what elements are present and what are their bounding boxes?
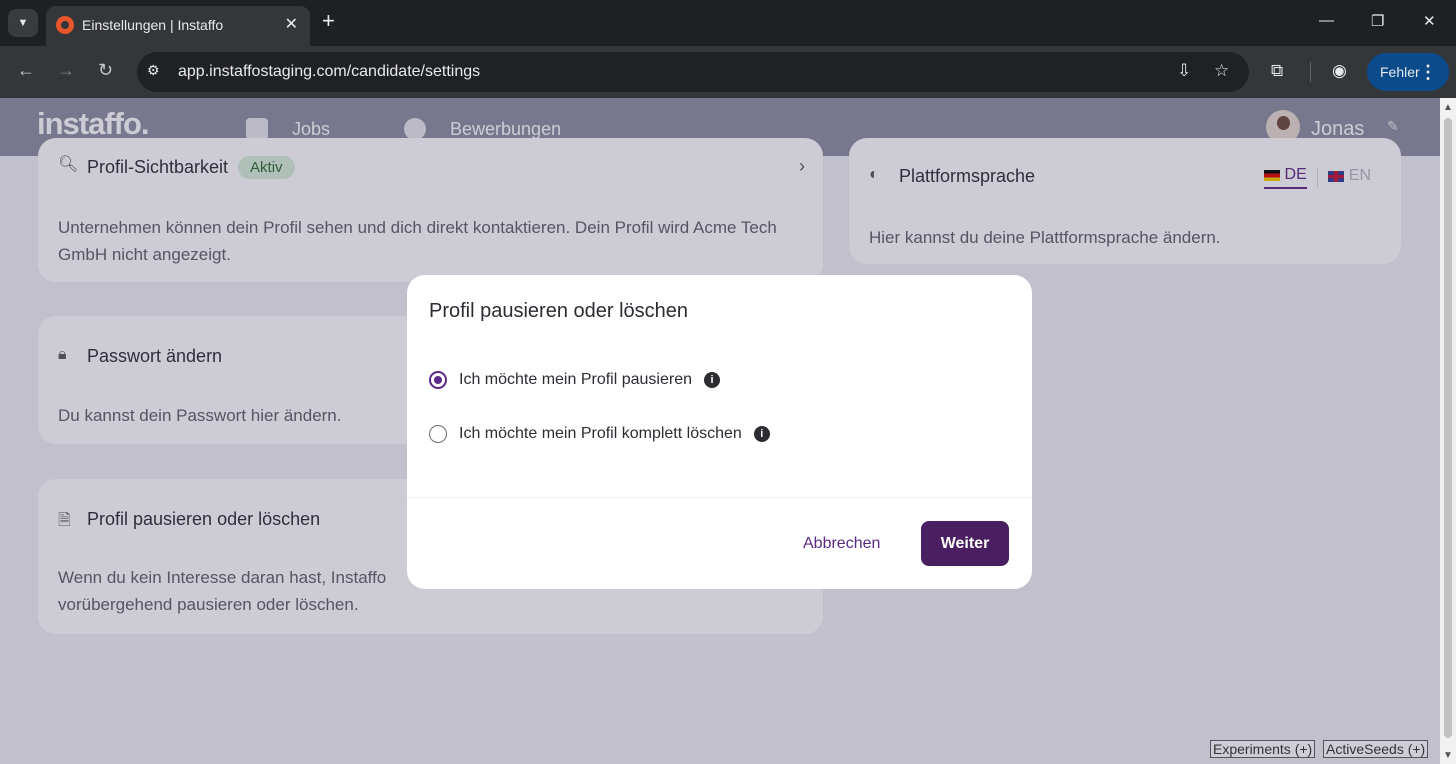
forward-arrow-icon[interactable]: →	[57, 60, 75, 80]
menu-dots-icon: ⋮	[1419, 62, 1437, 82]
reload-icon[interactable]: ↻	[98, 60, 113, 80]
url-text[interactable]: app.instaffostaging.com/candidate/settin…	[178, 63, 480, 81]
pause-radio[interactable]	[429, 371, 447, 389]
account-icon[interactable]: ◉	[1332, 61, 1347, 81]
chevron-down-icon: ▼	[17, 17, 29, 29]
dialog-divider	[407, 497, 1032, 498]
profile-error-button[interactable]: Fehler ⋮	[1367, 53, 1449, 91]
close-icon[interactable]: ✕	[285, 14, 298, 34]
browser-tabstrip: ▼ Einstellungen | Instaffo ✕ + — ❐ ✕	[0, 0, 1456, 46]
restore-icon[interactable]: ❐	[1371, 12, 1384, 30]
scroll-up-icon[interactable]: ▲	[1443, 102, 1453, 113]
window-close-icon[interactable]: ✕	[1423, 12, 1436, 30]
scroll-down-icon[interactable]: ▼	[1443, 750, 1453, 761]
cancel-button[interactable]: Abbrechen	[787, 522, 896, 566]
instaffo-favicon-icon	[56, 16, 74, 34]
toolbar-divider	[1310, 62, 1311, 82]
continue-button[interactable]: Weiter	[921, 521, 1009, 566]
scroll-thumb[interactable]	[1444, 118, 1452, 738]
info-icon[interactable]: i	[704, 372, 720, 388]
tab-search-button[interactable]: ▼	[8, 9, 38, 37]
active-seeds-toggle[interactable]: ActiveSeeds (+)	[1323, 740, 1429, 758]
back-arrow-icon[interactable]: ←	[17, 60, 35, 80]
address-bar[interactable]: ⚙ app.instaffostaging.com/candidate/sett…	[137, 52, 1249, 92]
pause-option-label[interactable]: Ich möchte mein Profil pausieren	[459, 371, 692, 389]
site-settings-icon[interactable]: ⚙	[147, 62, 160, 79]
info-icon[interactable]: i	[753, 426, 770, 442]
browser-tab[interactable]: Einstellungen | Instaffo ✕	[46, 6, 310, 46]
pause-delete-dialog: Profil pausieren oder löschen Ich möchte…	[407, 275, 1032, 589]
browser-toolbar: ← → ↻ ⚙ app.instaffostaging.com/candidat…	[0, 46, 1456, 98]
page-scrollbar[interactable]: ▲ ▼	[1440, 98, 1456, 764]
bookmark-star-icon[interactable]: ☆	[1214, 61, 1229, 81]
option-delete-profile[interactable]: Ich möchte mein Profil komplett löschen …	[429, 425, 770, 443]
tab-title: Einstellungen | Instaffo	[82, 17, 224, 33]
delete-radio[interactable]	[429, 425, 447, 443]
option-pause-profile[interactable]: Ich möchte mein Profil pausieren i	[429, 371, 720, 389]
experiments-toggle[interactable]: Experiments (+)	[1210, 740, 1316, 758]
page-viewport: instaffo. Jobs Bewerbungen Jonas ✎ 🔍︎ Pr…	[0, 98, 1440, 764]
delete-option-label[interactable]: Ich möchte mein Profil komplett löschen	[459, 425, 742, 443]
minimize-icon[interactable]: —	[1319, 12, 1334, 29]
install-app-icon[interactable]: ⇩	[1177, 61, 1191, 81]
extensions-puzzle-icon[interactable]: ⧉	[1271, 61, 1283, 81]
profile-error-label: Fehler	[1380, 64, 1420, 80]
dialog-title: Profil pausieren oder löschen	[429, 300, 689, 322]
new-tab-plus-icon[interactable]: +	[322, 10, 335, 32]
